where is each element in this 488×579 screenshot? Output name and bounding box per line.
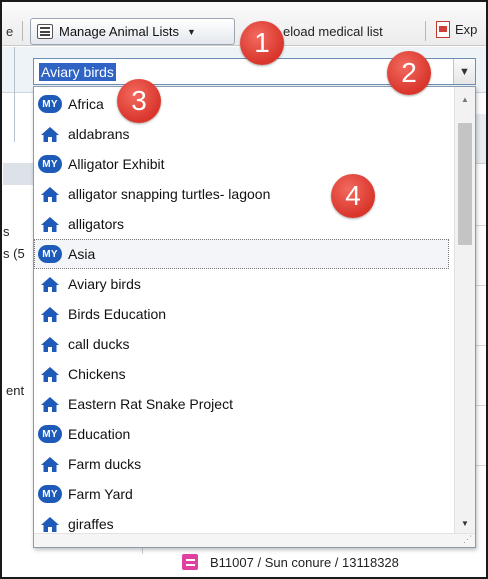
scroll-down-icon[interactable]: ▼ (455, 515, 475, 531)
medical-record-icon (182, 554, 198, 570)
toolbar-truncated-label: e (6, 24, 14, 39)
reload-medical-list-button[interactable]: eload medical list (283, 24, 383, 39)
dropdown-item[interactable]: Eastern Rat Snake Project (34, 389, 449, 419)
background-panel (3, 163, 35, 185)
home-icon (38, 395, 62, 413)
callout-4: 4 (331, 174, 375, 218)
dropdown-item-label: giraffes (68, 516, 114, 532)
pdf-icon (436, 21, 450, 38)
my-list-icon: MY (38, 155, 62, 173)
dropdown-item-label: Alligator Exhibit (68, 156, 165, 172)
callout-1: 1 (240, 21, 284, 65)
export-button[interactable]: Exp (436, 21, 477, 38)
dropdown-item[interactable]: MY Asia (34, 239, 449, 269)
dropdown-item-label: Education (68, 426, 131, 442)
export-label: Exp (455, 22, 478, 37)
dropdown-item[interactable]: call ducks (34, 329, 449, 359)
dropdown-item-label: Farm Yard (68, 486, 133, 502)
manage-animal-lists-label: Manage Animal Lists (59, 24, 179, 39)
home-icon (38, 335, 62, 353)
dropdown-item-label: Farm ducks (68, 456, 142, 472)
scroll-up-icon[interactable]: ▲ (455, 91, 475, 107)
callout-3: 3 (117, 79, 161, 123)
dropdown-item[interactable]: MY Alligator Exhibit (34, 149, 449, 179)
dropdown-item-label: Eastern Rat Snake Project (68, 396, 233, 412)
caret-down-icon: ▼ (186, 26, 196, 37)
home-icon (38, 125, 62, 143)
background-text: ent (6, 383, 25, 398)
dropdown-item[interactable]: MY Education (34, 419, 449, 449)
dropdown-item[interactable]: Farm ducks (34, 449, 449, 479)
panel-divider (14, 47, 15, 142)
combo-selected-text[interactable]: Aviary birds (39, 63, 116, 81)
dropdown-item-label: Chickens (68, 366, 126, 382)
toolbar-divider (22, 21, 23, 41)
home-icon (38, 215, 62, 233)
list-icon (37, 24, 53, 39)
my-list-icon: MY (38, 245, 62, 263)
toolbar-divider (425, 21, 426, 41)
scrollbar-thumb[interactable] (458, 123, 472, 245)
dropdown-item[interactable]: Aviary birds (34, 269, 449, 299)
record-row[interactable]: B11007 / Sun conure / 13118328 (182, 554, 399, 570)
dropdown-item-label: Aviary birds (68, 276, 141, 292)
home-icon (38, 365, 62, 383)
dropdown-item[interactable]: Birds Education (34, 299, 449, 329)
background-text: s (3, 224, 10, 239)
dropdown-item-label: Africa (68, 96, 104, 112)
dropdown-resize-footer: ⋰ (34, 533, 475, 547)
chevron-down-icon[interactable]: ▼ (453, 59, 475, 84)
dropdown-item-label: Birds Education (68, 306, 167, 322)
resize-grip-icon[interactable]: ⋰ (463, 534, 472, 545)
my-list-icon: MY (38, 95, 62, 113)
dropdown-item-label: Asia (68, 246, 96, 262)
home-icon (38, 185, 62, 203)
dropdown-item-label: aldabrans (68, 126, 130, 142)
home-icon (38, 275, 62, 293)
background-text: s (5 (3, 246, 25, 261)
record-label: B11007 / Sun conure / 13118328 (210, 554, 399, 570)
home-icon (38, 305, 62, 323)
callout-2: 2 (387, 51, 431, 95)
dropdown-item[interactable]: MY Farm Yard (34, 479, 449, 509)
scrollbar[interactable]: ▲ ▼ (454, 87, 475, 535)
dropdown-item[interactable]: aldabrans (34, 119, 449, 149)
dropdown-item-label: alligator snapping turtles- lagoon (68, 186, 271, 202)
dropdown-item[interactable]: Chickens (34, 359, 449, 389)
home-icon (38, 515, 62, 533)
dropdown-item[interactable]: alligator snapping turtles- lagoon (34, 179, 449, 209)
dropdown-item-label: alligators (68, 216, 125, 232)
home-icon (38, 455, 62, 473)
manage-animal-lists-button[interactable]: Manage Animal Lists ▼ (30, 18, 235, 45)
my-list-icon: MY (38, 425, 62, 443)
dropdown-items: MY Africa aldabrans MY Alligator Exhibit alli… (34, 89, 449, 539)
animal-list-dropdown[interactable]: MY Africa aldabrans MY Alligator Exhibit alli… (33, 86, 476, 548)
dropdown-item[interactable]: alligators (34, 209, 449, 239)
dropdown-item-label: call ducks (68, 336, 130, 352)
my-list-icon: MY (38, 485, 62, 503)
dropdown-item[interactable]: MY Africa (34, 89, 449, 119)
